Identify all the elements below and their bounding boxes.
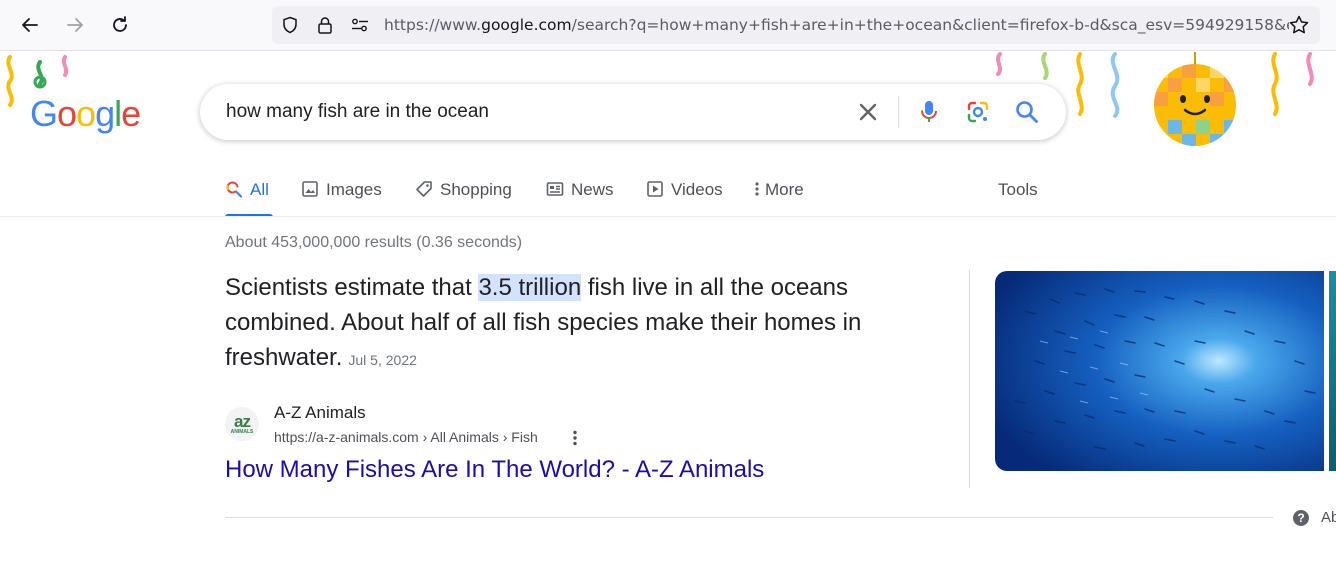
next-image-partial[interactable] xyxy=(1329,271,1336,471)
more-vertical-icon xyxy=(754,180,760,198)
tab-images[interactable]: Images xyxy=(301,176,382,217)
disco-ball-doodle[interactable] xyxy=(1152,52,1238,148)
search-multicolor-icon xyxy=(225,180,243,198)
result-stats: About 453,000,000 results (0.36 seconds) xyxy=(225,234,523,251)
reload-icon xyxy=(113,16,127,32)
tab-news[interactable]: News xyxy=(546,176,614,217)
image-icon xyxy=(301,180,319,198)
result-title-link[interactable]: How Many Fishes Are In The World? - A-Z … xyxy=(225,456,764,484)
logo-letter: g xyxy=(95,93,115,134)
lock-icon[interactable] xyxy=(315,15,335,35)
source-url[interactable]: https://a-z-animals.com › All Animals › … xyxy=(274,429,538,445)
tab-label: Images xyxy=(326,180,382,199)
tab-label: News xyxy=(571,180,614,199)
source-name[interactable]: A-Z Animals xyxy=(274,403,366,423)
tab-all[interactable]: All xyxy=(225,176,273,217)
tools-button[interactable]: Tools xyxy=(998,176,1038,217)
reload-button[interactable] xyxy=(105,10,135,40)
about-featured-snippets[interactable]: ? Ab xyxy=(1293,509,1336,526)
clear-icon[interactable] xyxy=(854,98,882,126)
search-input[interactable]: how many fish are in the ocean xyxy=(226,101,489,123)
source-favicon[interactable]: az ANIMALS xyxy=(225,407,259,441)
tab-label: Videos xyxy=(671,180,723,199)
tab-label: More xyxy=(765,180,804,199)
bookmark-star-icon[interactable] xyxy=(1288,14,1310,36)
play-icon xyxy=(646,180,664,198)
tag-icon xyxy=(415,180,433,198)
search-box[interactable]: how many fish are in the ocean xyxy=(200,84,1066,140)
more-options-icon[interactable] xyxy=(566,428,584,448)
back-arrow-icon xyxy=(22,18,38,32)
tab-label: Shopping xyxy=(440,180,512,199)
back-button[interactable] xyxy=(15,10,45,40)
tab-label: Tools xyxy=(998,180,1038,199)
forward-arrow-icon xyxy=(67,18,83,32)
about-label: Ab xyxy=(1321,509,1336,526)
snippet-text: Scientists estimate that xyxy=(225,274,479,301)
google-logo[interactable]: Google xyxy=(30,93,141,135)
logo-letter: o xyxy=(76,93,96,134)
tab-more[interactable]: More xyxy=(754,176,804,217)
logo-letter: G xyxy=(30,93,58,134)
search-divider xyxy=(898,96,899,128)
url-text[interactable]: https://www.google.com/search?q=how+many… xyxy=(384,16,1289,34)
browser-toolbar: https://www.google.com/search?q=how+many… xyxy=(0,0,1336,51)
snippet-highlight: 3.5 trillion xyxy=(478,274,582,301)
favicon-text: az xyxy=(234,412,251,431)
results-divider xyxy=(225,517,1273,518)
search-icon[interactable] xyxy=(1013,98,1041,126)
tab-videos[interactable]: Videos xyxy=(646,176,723,217)
newspaper-icon xyxy=(546,180,564,198)
tab-shopping[interactable]: Shopping xyxy=(415,176,512,217)
logo-letter: e xyxy=(121,93,141,134)
permissions-icon[interactable] xyxy=(350,15,370,35)
microphone-icon[interactable] xyxy=(915,98,943,126)
forward-button[interactable] xyxy=(60,10,90,40)
featured-snippet: Scientists estimate that 3.5 trillion fi… xyxy=(225,270,945,378)
tab-label: All xyxy=(250,180,269,199)
help-icon: ? xyxy=(1293,509,1309,526)
url-path: /search?q=how+many+fish+are+in+the+ocean… xyxy=(571,16,1289,34)
favicon-subtext: ANIMALS xyxy=(230,429,254,435)
shield-icon[interactable] xyxy=(280,15,300,35)
address-bar[interactable]: https://www.google.com/search?q=how+many… xyxy=(272,6,1320,44)
column-divider xyxy=(969,270,970,488)
url-prefix: https://www. xyxy=(384,16,482,34)
snippet-date: Jul 5, 2022 xyxy=(348,352,417,368)
google-lens-icon[interactable] xyxy=(964,98,992,126)
logo-letter: o xyxy=(57,93,77,134)
url-domain: google.com xyxy=(481,16,572,34)
tabs-divider xyxy=(0,216,1336,217)
fish-school-image[interactable] xyxy=(995,271,1324,471)
